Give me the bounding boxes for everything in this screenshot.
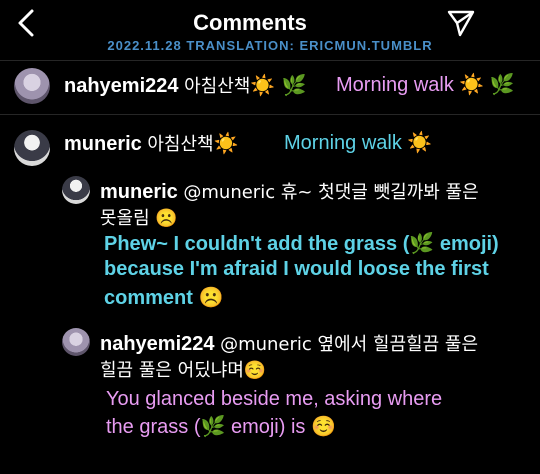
comment-text: 아침산책 bbox=[184, 76, 251, 97]
reply-translation: You glanced beside me, asking where bbox=[106, 388, 443, 410]
comment-translation: Morning walk ☀️ 🌿 bbox=[336, 74, 515, 96]
comment-username[interactable]: muneric bbox=[64, 133, 142, 155]
comment-row: nahyemi224 아침산책☀️ 🌿 bbox=[64, 72, 307, 98]
comment-emojis: ☀️ 🌿 bbox=[250, 73, 307, 97]
reply-translation: because I'm afraid I would loose the fir… bbox=[104, 258, 489, 280]
comment-emojis: ☀️ bbox=[213, 131, 239, 155]
comment-text: 아침산책 bbox=[147, 134, 214, 155]
page-title: Comments bbox=[193, 10, 307, 35]
reply-text-continued: 못올림 ☹️ bbox=[100, 208, 178, 229]
reply-username[interactable]: muneric bbox=[100, 181, 178, 203]
translation-credit: 2022.11.28 TRANSLATION: ERICMUN.TUMBLR bbox=[107, 38, 433, 53]
reply-text: @muneric 옆에서 힐끔힐끔 풀은 bbox=[220, 334, 479, 355]
comment-translation: Morning walk ☀️ bbox=[284, 132, 433, 154]
avatar[interactable] bbox=[14, 68, 50, 104]
comments-header: Comments 2022.11.28 TRANSLATION: ERICMUN… bbox=[0, 0, 540, 58]
reply-line: muneric @muneric 휴~ 첫댓글 뺏길까봐 풀은 bbox=[100, 178, 479, 204]
reply-line: nahyemi224 @muneric 옆에서 힐끔힐끔 풀은 bbox=[100, 330, 478, 356]
reply-translation: the grass (🌿 emoji) is ☺️ bbox=[106, 416, 336, 438]
send-icon[interactable] bbox=[446, 8, 476, 38]
header-divider bbox=[0, 60, 540, 61]
avatar[interactable] bbox=[62, 328, 90, 356]
comment-divider bbox=[0, 114, 540, 115]
avatar[interactable] bbox=[62, 176, 90, 204]
reply-translation: comment ☹️ bbox=[104, 287, 224, 309]
avatar[interactable] bbox=[14, 130, 50, 166]
comment-username[interactable]: nahyemi224 bbox=[64, 75, 179, 97]
reply-text-continued: 힐끔 풀은 어딨냐며☺️ bbox=[100, 360, 267, 381]
reply-username[interactable]: nahyemi224 bbox=[100, 333, 215, 355]
reply-text: @muneric 휴~ 첫댓글 뺏길까봐 풀은 bbox=[183, 182, 479, 203]
comment-row: muneric 아침산책☀️ bbox=[64, 130, 239, 156]
reply-translation: Phew~ I couldn't add the grass (🌿 emoji) bbox=[104, 233, 499, 255]
